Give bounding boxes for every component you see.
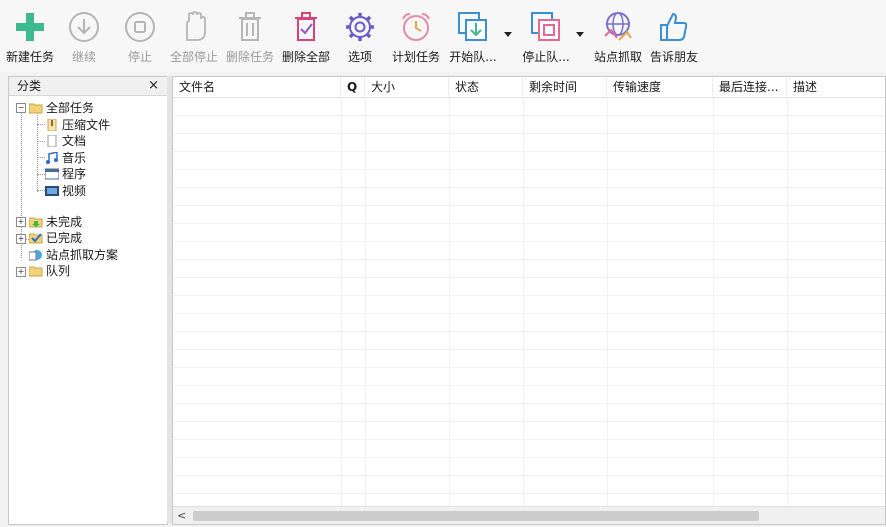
globe-grab-icon (604, 12, 632, 41)
tree-collapse-all-tasks[interactable]: − (16, 103, 26, 113)
folder-open-icon (29, 103, 43, 114)
categories-title: 分类 (17, 79, 42, 93)
site-grab-icon (29, 250, 42, 261)
scrollbar-thumb[interactable] (193, 511, 759, 521)
download-list: 文件名 Q 大小 状态 剩余时间 传输速度 最后连接... 描述 < (172, 76, 886, 525)
queue-start-icon (458, 12, 487, 41)
column-header-time-left[interactable]: 剩余时间 (523, 77, 607, 97)
resume-button[interactable]: 继续 (64, 10, 104, 68)
tree-label: 程序 (62, 167, 87, 181)
alarm-clock-icon (402, 13, 430, 41)
site-grabber-label: 站点抓取 (593, 50, 642, 64)
stop-queue-dropdown-arrow[interactable] (576, 32, 584, 37)
new-task-button[interactable]: 新建任务 (4, 10, 56, 68)
video-icon (45, 186, 59, 196)
tree-label: 已完成 (46, 231, 83, 245)
tree-item-all-tasks[interactable]: 全部任务 (29, 100, 94, 116)
tree-item-documents[interactable]: 文档 (45, 133, 86, 149)
program-icon (45, 168, 59, 180)
tree-item-video[interactable]: 视频 (45, 183, 86, 199)
categories-pane: 分类 × − 全部任务 压缩文件 文档 音乐 程序 视频 + 未完成 + 已完成… (8, 76, 168, 525)
tree-label: 未完成 (46, 215, 83, 229)
tree-item-site-grab-projects[interactable]: 站点抓取方案 (29, 247, 118, 263)
tree-item-queues[interactable]: 队列 (29, 263, 70, 279)
download-rows[interactable] (173, 98, 885, 506)
tree-label: 压缩文件 (62, 118, 111, 132)
tree-item-incomplete[interactable]: 未完成 (29, 214, 82, 230)
trash-icon (239, 12, 261, 41)
stop-button[interactable]: 停止 (120, 10, 160, 68)
download-circle-icon (69, 12, 99, 42)
tell-friend-label: 告诉朋友 (649, 50, 698, 64)
tree-item-programs[interactable]: 程序 (45, 166, 86, 182)
queue-stop-icon (531, 12, 560, 41)
scheduler-button[interactable]: 计划任务 (390, 10, 442, 68)
column-header-size[interactable]: 大小 (365, 77, 449, 97)
tell-friend-button[interactable]: 告诉朋友 (648, 10, 700, 68)
scheduler-label: 计划任务 (391, 50, 440, 64)
column-header-filename[interactable]: 文件名 (173, 77, 341, 97)
delete-task-label: 删除任务 (225, 50, 274, 64)
options-button[interactable]: 选项 (342, 10, 378, 68)
folder-icon (29, 266, 43, 277)
column-header-queue[interactable]: Q (341, 77, 365, 97)
categories-header: 分类 × (9, 77, 167, 96)
trash-check-icon (295, 12, 317, 41)
scroll-left-icon[interactable]: < (177, 509, 186, 522)
stop-label: 停止 (127, 50, 152, 64)
close-icon[interactable]: × (148, 77, 159, 95)
folder-check-icon (29, 233, 43, 244)
folder-download-icon (29, 217, 43, 228)
stop-queue-button[interactable]: 停止队... (520, 10, 572, 68)
stop-all-label: 全部停止 (169, 50, 218, 64)
stop-all-button[interactable]: 全部停止 (168, 10, 220, 68)
tree-label: 队列 (46, 264, 71, 278)
delete-all-button[interactable]: 删除全部 (280, 10, 332, 68)
tree-label: 全部任务 (46, 101, 95, 115)
options-label: 选项 (347, 50, 372, 64)
start-queue-button[interactable]: 开始队... (446, 10, 500, 68)
music-icon (46, 152, 58, 164)
stop-queue-label: 停止队... (522, 50, 570, 64)
hand-icon (186, 11, 206, 41)
gear-icon (346, 13, 374, 41)
tree-label: 站点抓取方案 (46, 248, 119, 262)
tree-expand-queues[interactable]: + (16, 267, 26, 277)
tree-expand-incomplete[interactable]: + (16, 217, 26, 227)
tree-expand-completed[interactable]: + (16, 234, 26, 244)
document-icon (47, 135, 57, 147)
tree-label: 视频 (62, 184, 87, 198)
tree-label: 音乐 (62, 151, 87, 165)
start-queue-dropdown-arrow[interactable] (504, 32, 512, 37)
delete-all-label: 删除全部 (281, 50, 330, 64)
start-queue-label: 开始队... (449, 50, 497, 64)
column-headers: 文件名 Q 大小 状态 剩余时间 传输速度 最后连接... 描述 (173, 77, 885, 98)
column-header-status[interactable]: 状态 (449, 77, 523, 97)
stop-circle-icon (125, 12, 155, 42)
tree-item-completed[interactable]: 已完成 (29, 230, 82, 246)
zip-icon (47, 119, 57, 131)
delete-task-button[interactable]: 删除任务 (224, 10, 276, 68)
new-task-label: 新建任务 (5, 50, 54, 64)
tree-label: 文档 (62, 134, 87, 148)
column-header-description[interactable]: 描述 (787, 77, 885, 97)
resume-label: 继续 (71, 50, 96, 64)
tree-item-compressed[interactable]: 压缩文件 (45, 117, 110, 133)
plus-icon (16, 13, 44, 41)
site-grabber-button[interactable]: 站点抓取 (592, 10, 644, 68)
column-header-last-connection[interactable]: 最后连接... (713, 77, 787, 97)
tree-item-music[interactable]: 音乐 (45, 150, 86, 166)
horizontal-scrollbar[interactable]: < (173, 506, 885, 524)
thumbs-up-icon (660, 12, 688, 41)
column-header-transfer-rate[interactable]: 传输速度 (607, 77, 713, 97)
toolbar: 新建任务 继续 停止 全部停止 删除任务 删除全部 选项 计划任务 开始队...… (0, 0, 886, 72)
